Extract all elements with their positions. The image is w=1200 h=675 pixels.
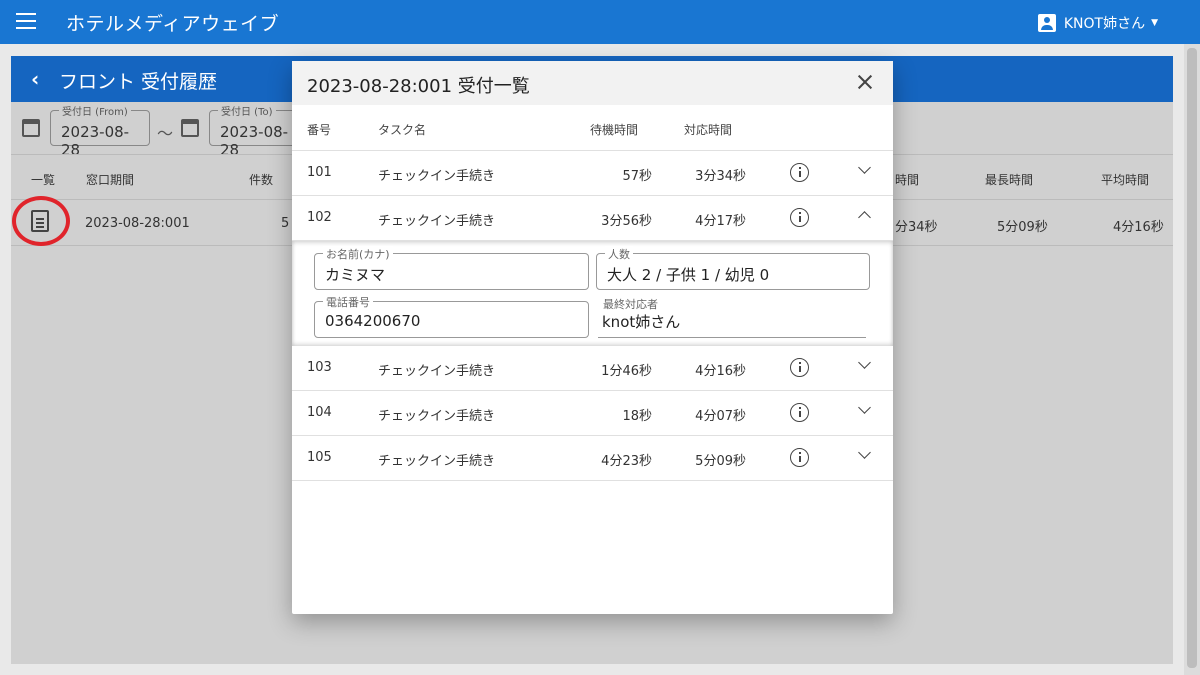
calendar-icon[interactable] xyxy=(181,119,199,137)
col-list: 一覧 xyxy=(31,173,56,187)
from-date-label: 受付日 (From) xyxy=(59,103,131,118)
scrollbar-thumb[interactable] xyxy=(1187,48,1197,668)
row-period: 2023-08-28:001 xyxy=(85,216,190,231)
col-time: 時間 xyxy=(895,173,920,187)
chevron-down-icon[interactable] xyxy=(858,401,871,414)
table-row[interactable]: 102 チェックイン手続き 3分56秒 4分17秒 xyxy=(292,196,893,241)
info-icon[interactable] xyxy=(790,208,809,227)
row-count: 5 xyxy=(281,216,290,231)
row-avg-time: 4分16秒 xyxy=(1113,220,1164,235)
row-response: 4分07秒 xyxy=(695,409,746,424)
row-response: 4分17秒 xyxy=(695,214,746,229)
reception-list-dialog: 2023-08-28:001 受付一覧 番号 タスク名 待機時間 対応時間 10… xyxy=(292,61,893,614)
user-name: KNOT姉さん xyxy=(1063,16,1146,32)
dialog-title-bar: 2023-08-28:001 受付一覧 xyxy=(292,61,893,105)
table-row[interactable]: 105 チェックイン手続き 4分23秒 5分09秒 xyxy=(292,436,893,481)
row-task: チェックイン手続き xyxy=(378,364,496,379)
to-date-label: 受付日 (To) xyxy=(218,103,276,118)
last-handler-label: 最終対応者 xyxy=(600,296,661,312)
back-chevron-icon[interactable]: ‹ xyxy=(31,67,39,91)
highlight-circle xyxy=(12,196,70,246)
chevron-up-icon[interactable] xyxy=(858,211,871,224)
phone-label: 電話番号 xyxy=(323,294,373,310)
account-icon xyxy=(1037,14,1056,32)
phone-value: 0364200670 xyxy=(325,312,421,330)
guest-count-field[interactable]: 人数 大人 2 / 子供 1 / 幼児 0 xyxy=(596,246,870,290)
name-kana-field[interactable]: お名前(カナ) カミヌマ xyxy=(314,246,589,290)
info-icon[interactable] xyxy=(790,163,809,182)
last-handler-value: knot姉さん xyxy=(602,313,681,331)
dialog-table-header: 番号 タスク名 待機時間 対応時間 xyxy=(292,105,893,151)
table-row[interactable]: 101 チェックイン手続き 57秒 3分34秒 xyxy=(292,151,893,196)
guest-count-value: 大人 2 / 子供 1 / 幼児 0 xyxy=(607,266,770,284)
row-task: チェックイン手続き xyxy=(378,169,496,184)
table-row[interactable]: 103 チェックイン手続き 1分46秒 4分16秒 xyxy=(292,346,893,391)
phone-field[interactable]: 電話番号 0364200670 xyxy=(314,294,589,338)
range-tilde: 〜 xyxy=(157,124,174,143)
col-avg-time: 平均時間 xyxy=(1101,173,1150,187)
app-bar: ホテルメディアウェイブ KNOT姉さん ▼ xyxy=(0,0,1200,44)
row-max-time: 5分09秒 xyxy=(997,220,1048,235)
col-number: 番号 xyxy=(307,123,332,137)
row-number: 104 xyxy=(307,405,332,420)
row-task: チェックイン手続き xyxy=(378,409,496,424)
row-detail-panel: お名前(カナ) カミヌマ 人数 大人 2 / 子供 1 / 幼児 0 電話番号 … xyxy=(292,241,893,346)
row-number: 102 xyxy=(307,210,332,225)
from-date-field[interactable]: 受付日 (From) 2023-08-28 xyxy=(50,103,150,159)
close-icon[interactable] xyxy=(855,72,875,92)
row-number: 101 xyxy=(307,165,332,180)
app-title: ホテルメディアウェイブ xyxy=(66,13,280,35)
page-scrollbar[interactable] xyxy=(1184,44,1200,675)
guest-count-label: 人数 xyxy=(605,246,633,262)
col-max-time: 最長時間 xyxy=(985,173,1034,187)
row-response: 5分09秒 xyxy=(695,454,746,469)
table-row[interactable]: 104 チェックイン手続き 18秒 4分07秒 xyxy=(292,391,893,436)
calendar-icon[interactable] xyxy=(22,119,40,137)
last-handler-field: 最終対応者 knot姉さん xyxy=(598,296,866,338)
row-task: チェックイン手続き xyxy=(378,214,496,229)
row-number: 103 xyxy=(307,360,332,375)
dialog-title: 2023-08-28:001 受付一覧 xyxy=(307,76,530,97)
row-response: 4分16秒 xyxy=(695,364,746,379)
caret-down-icon: ▼ xyxy=(1151,18,1158,28)
name-kana-value: カミヌマ xyxy=(325,266,386,284)
name-kana-label: お名前(カナ) xyxy=(323,246,393,262)
row-task: チェックイン手続き xyxy=(378,454,496,469)
chevron-down-icon[interactable] xyxy=(858,356,871,369)
col-count: 件数 xyxy=(249,173,274,187)
row-wait: 1分46秒 xyxy=(601,364,652,379)
col-wait-time: 待機時間 xyxy=(590,123,639,137)
user-menu[interactable]: KNOT姉さん ▼ xyxy=(1037,13,1158,33)
row-wait: 18秒 xyxy=(622,409,652,424)
info-icon[interactable] xyxy=(790,448,809,467)
row-wait: 3分56秒 xyxy=(601,214,652,229)
row-time: 分34秒 xyxy=(895,220,938,235)
row-wait: 57秒 xyxy=(622,169,652,184)
page-title: フロント 受付履歴 xyxy=(59,71,218,93)
row-number: 105 xyxy=(307,450,332,465)
col-response-time: 対応時間 xyxy=(684,123,733,137)
chevron-down-icon[interactable] xyxy=(858,161,871,174)
col-task-name: タスク名 xyxy=(378,123,427,137)
col-period: 窓口期間 xyxy=(86,173,135,187)
menu-icon[interactable] xyxy=(16,13,36,29)
chevron-down-icon[interactable] xyxy=(858,446,871,459)
row-response: 3分34秒 xyxy=(695,169,746,184)
row-wait: 4分23秒 xyxy=(601,454,652,469)
info-icon[interactable] xyxy=(790,403,809,422)
info-icon[interactable] xyxy=(790,358,809,377)
